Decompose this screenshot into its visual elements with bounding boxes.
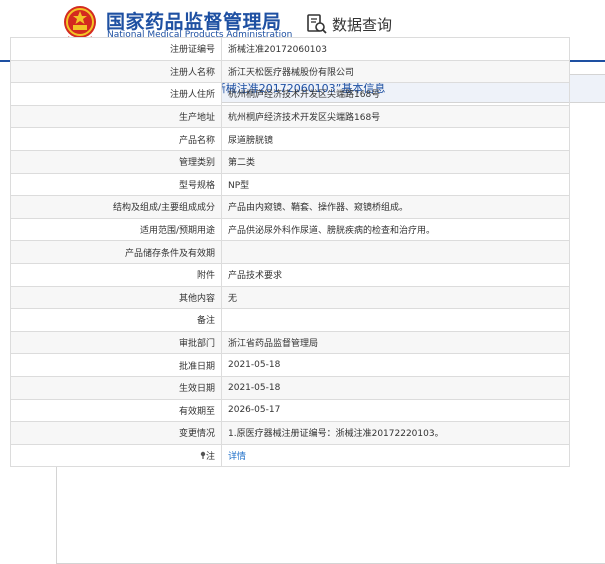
field-label: 生效日期: [10, 375, 222, 400]
detail-table: 注册证编号 浙械注准20172060103 注册人名称 浙江天松医疗器械股份有限公司注…: [10, 37, 570, 468]
table-row: 有效期至 2026-05-17: [10, 398, 570, 423]
table-row: 型号规格 NP型: [10, 172, 570, 197]
field-label: 注: [10, 443, 222, 468]
field-label: 适用范围/预期用途: [10, 217, 222, 242]
table-row: 注册人名称 浙江天松医疗器械股份有限公司: [10, 59, 570, 84]
field-label: 管理类别: [10, 149, 222, 174]
field-value: 第二类: [221, 149, 570, 174]
field-value: 产品供泌尿外科作尿道、膀胱疾病的检查和治疗用。: [221, 217, 570, 242]
data-query-link[interactable]: 数据查询: [306, 11, 392, 37]
table-row: 产品名称 尿道膀胱镜: [10, 127, 570, 151]
field-value: 产品技术要求: [221, 262, 570, 287]
details-link[interactable]: 详情: [228, 452, 246, 462]
table-row: 产品储存条件及有效期: [10, 240, 570, 264]
field-label: 附件: [10, 262, 222, 287]
table-row: 适用范围/预期用途 产品供泌尿外科作尿道、膀胱疾病的检查和治疗用。: [10, 217, 570, 242]
field-value: 杭州桐庐经济技术开发区尖端路168号: [221, 82, 570, 106]
field-value: 2026-05-17: [221, 398, 570, 423]
table-row: 审批部门 浙江省药品监督管理局: [10, 330, 570, 355]
field-label: 产品储存条件及有效期: [10, 240, 222, 264]
table-row: 附件 产品技术要求: [10, 262, 570, 287]
table-row: 注 详情: [10, 443, 570, 468]
field-value: 2021-05-18: [221, 375, 570, 400]
field-value: 尿道膀胱镜: [221, 127, 570, 151]
field-label: 结构及组成/主要组成成分: [10, 195, 222, 219]
table-row: 生效日期 2021-05-18: [10, 375, 570, 400]
field-value: 详情: [221, 443, 570, 468]
field-label-text: 注: [205, 451, 215, 462]
field-value: 2021-05-18: [221, 353, 570, 377]
table-row: 生产地址 杭州桐庐经济技术开发区尖端路168号: [10, 104, 570, 129]
field-value: 杭州桐庐经济技术开发区尖端路168号: [221, 104, 570, 129]
table-row: 批准日期 2021-05-18: [10, 353, 570, 377]
field-value: [221, 240, 570, 264]
table-row: 备注: [10, 308, 570, 332]
field-label: 注册人名称: [10, 59, 222, 84]
field-label: 注册证编号: [10, 37, 222, 61]
table-row: 注册人住所 杭州桐庐经济技术开发区尖端路168号: [10, 82, 570, 106]
table-row: 变更情况 1.原医疗器械注册证编号：浙械注准20172220103。: [10, 421, 570, 445]
data-query-label: 数据查询: [332, 15, 393, 34]
field-value: 浙江省药品监督管理局: [221, 330, 570, 355]
field-label: 型号规格: [10, 172, 222, 197]
field-label: 有效期至: [10, 398, 222, 423]
field-label: 产品名称: [10, 127, 222, 151]
field-label: 批准日期: [10, 353, 222, 377]
search-document-icon: [306, 13, 328, 35]
field-label: 备注: [10, 308, 222, 332]
table-row: 其他内容无: [10, 285, 570, 310]
field-value: 浙械注准20172060103: [221, 37, 570, 61]
field-label: 变更情况: [10, 421, 222, 445]
field-value: NP型: [221, 172, 570, 197]
table-row: 注册证编号 浙械注准20172060103: [10, 37, 570, 61]
field-label: 生产地址: [10, 104, 222, 129]
field-label: 其他内容: [10, 285, 222, 310]
field-label: 注册人住所: [10, 82, 222, 106]
field-value: 1.原医疗器械注册证编号：浙械注准20172220103。: [221, 421, 570, 445]
table-row: 结构及组成/主要组成成分 产品由内窥镜、鞘套、操作器、窥镜桥组成。: [10, 195, 570, 219]
field-value: [221, 308, 570, 332]
field-value: 产品由内窥镜、鞘套、操作器、窥镜桥组成。: [221, 195, 570, 219]
field-label: 审批部门: [10, 330, 222, 355]
field-value: 浙江天松医疗器械股份有限公司: [221, 59, 570, 84]
field-value: 无: [221, 285, 570, 310]
table-row: 管理类别 第二类: [10, 149, 570, 174]
